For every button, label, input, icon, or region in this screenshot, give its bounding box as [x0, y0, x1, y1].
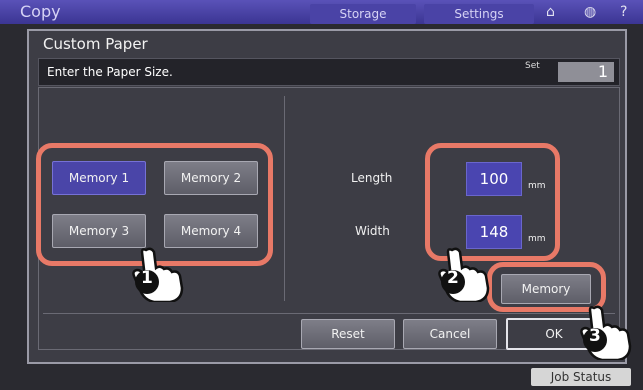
dialog-title: Custom Paper: [43, 35, 148, 53]
width-label: Width: [355, 224, 390, 238]
reset-button[interactable]: Reset: [301, 319, 395, 349]
pointing-hand-icon: [438, 247, 490, 302]
tab-settings[interactable]: Settings: [424, 4, 534, 24]
message-bar: Enter the Paper Size. Set 1: [38, 58, 620, 86]
cancel-button[interactable]: Cancel: [403, 319, 497, 349]
set-value[interactable]: 1: [558, 62, 614, 82]
pointing-hand-icon: [580, 305, 632, 360]
home-icon[interactable]: ⌂: [546, 4, 555, 20]
tab-storage[interactable]: Storage: [310, 4, 416, 24]
set-label: Set: [525, 61, 540, 71]
job-status-button[interactable]: Job Status: [531, 368, 631, 386]
app-title: Copy: [20, 2, 61, 21]
help-icon[interactable]: ?: [620, 4, 627, 20]
vertical-divider: [284, 96, 285, 301]
top-bar: Copy Storage Settings ⌂ ◍ ?: [0, 0, 643, 24]
callout-2: 2: [447, 268, 459, 288]
callout-1: 1: [141, 268, 153, 288]
length-label: Length: [351, 171, 393, 185]
message-text: Enter the Paper Size.: [47, 65, 173, 79]
horizontal-divider: [43, 313, 615, 314]
pointing-hand-icon: [132, 247, 184, 302]
globe-icon[interactable]: ◍: [584, 4, 596, 20]
callout-3: 3: [589, 326, 601, 346]
